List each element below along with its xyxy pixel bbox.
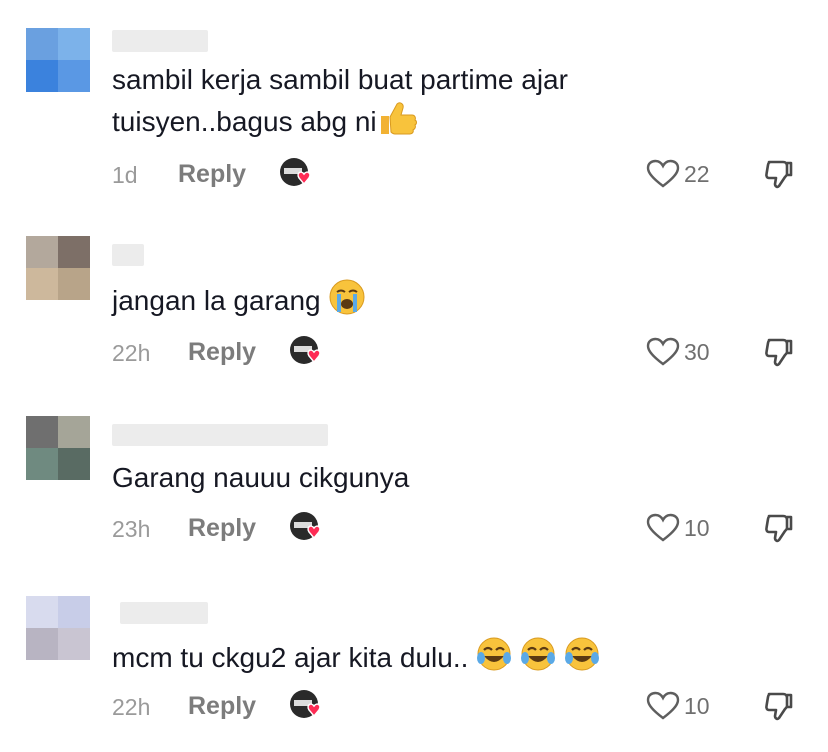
creator-liked-icon: [288, 688, 326, 724]
avatar[interactable]: [26, 596, 90, 660]
username-blurred[interactable]: [112, 244, 144, 266]
like-count: 30: [684, 338, 710, 365]
like-button[interactable]: 22: [646, 156, 710, 192]
comment-meta: 22h Reply 30: [112, 334, 812, 370]
like-count: 10: [684, 514, 710, 541]
like-button[interactable]: 30: [646, 334, 710, 370]
creator-liked-icon: [288, 334, 326, 370]
comment-text: mcm tu ckgu2 ajar kita dulu..: [112, 636, 600, 683]
username-blurred[interactable]: [112, 424, 328, 446]
avatar[interactable]: [26, 28, 90, 92]
dislike-icon[interactable]: [764, 690, 796, 722]
timestamp: 22h: [112, 340, 151, 366]
like-count: 22: [684, 160, 710, 187]
dislike-icon[interactable]: [764, 512, 796, 544]
creator-liked-icon: [288, 510, 326, 546]
comment-meta: 1d Reply 22: [112, 156, 812, 192]
avatar[interactable]: [26, 236, 90, 300]
heart-icon: [646, 159, 680, 188]
like-button[interactable]: 10: [646, 510, 710, 546]
thumbs-up-emoji: [377, 100, 417, 147]
reply-button[interactable]: Reply: [188, 338, 256, 367]
like-count: 10: [684, 692, 710, 719]
heart-icon: [646, 513, 680, 542]
reply-button[interactable]: Reply: [178, 160, 246, 189]
dislike-icon[interactable]: [764, 336, 796, 368]
comment-meta: 22h Reply 10: [112, 688, 812, 724]
comment-item: jangan la garang 22h Reply 30: [0, 200, 828, 380]
comment-meta: 23h Reply 10: [112, 510, 812, 546]
crying-face-emoji: [328, 278, 366, 327]
heart-icon: [646, 691, 680, 720]
heart-icon: [646, 337, 680, 366]
comment-item: sambil kerja sambil buat partime ajar tu…: [0, 0, 828, 200]
like-button[interactable]: 10: [646, 688, 710, 724]
timestamp: 23h: [112, 516, 151, 542]
timestamp: 1d: [112, 162, 138, 188]
timestamp: 22h: [112, 694, 151, 720]
dislike-icon[interactable]: [764, 158, 796, 190]
avatar[interactable]: [26, 416, 90, 480]
comment-text: Garang nauuu cikgunya: [112, 462, 410, 493]
reply-button[interactable]: Reply: [188, 514, 256, 543]
tears-of-joy-emoji: [564, 636, 600, 683]
comment-item: mcm tu ckgu2 ajar kita dulu.. 22h Reply …: [0, 560, 828, 752]
comment-text: jangan la garang: [112, 278, 366, 327]
username-blurred[interactable]: [112, 30, 208, 52]
comment-text: sambil kerja sambil buat partime ajar tu…: [112, 60, 568, 147]
username-blurred[interactable]: [120, 602, 208, 624]
tears-of-joy-emoji: [476, 636, 512, 683]
creator-liked-icon: [278, 156, 316, 192]
tears-of-joy-emoji: [520, 636, 556, 683]
comment-item: Garang nauuu cikgunya 23h Reply 10: [0, 380, 828, 560]
reply-button[interactable]: Reply: [188, 692, 256, 721]
